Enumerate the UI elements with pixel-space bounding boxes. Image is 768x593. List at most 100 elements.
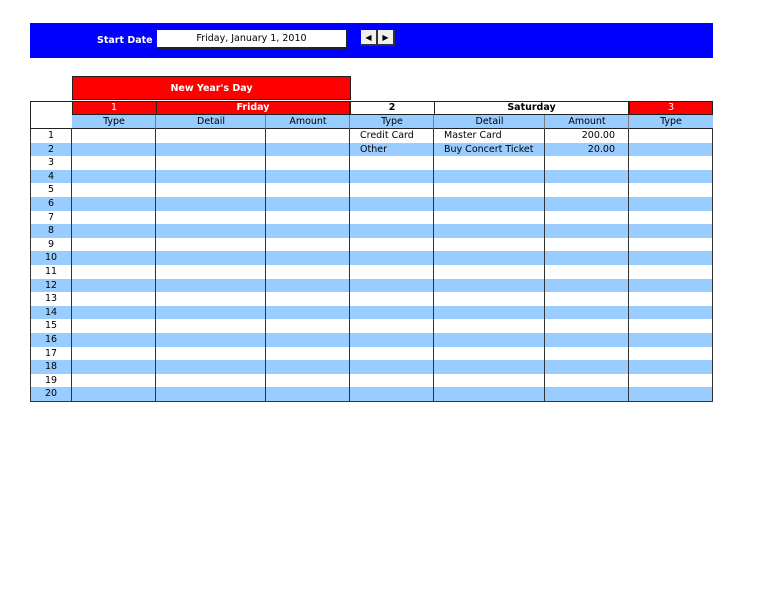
- entry-cell[interactable]: [629, 387, 713, 401]
- entry-cell[interactable]: [350, 183, 434, 197]
- entry-cell[interactable]: [266, 238, 350, 252]
- entry-cell[interactable]: [434, 347, 545, 361]
- entry-cell[interactable]: [72, 279, 156, 293]
- entry-cell[interactable]: [156, 251, 266, 265]
- entry-cell[interactable]: [629, 306, 713, 320]
- entry-cell[interactable]: [629, 265, 713, 279]
- entry-cell[interactable]: [350, 251, 434, 265]
- entry-cell[interactable]: [266, 306, 350, 320]
- entry-cell[interactable]: [545, 292, 629, 306]
- entry-cell[interactable]: [266, 360, 350, 374]
- entry-cell[interactable]: [266, 279, 350, 293]
- start-date-field[interactable]: Friday, January 1, 2010: [157, 30, 348, 49]
- entry-cell[interactable]: [545, 265, 629, 279]
- entry-cell[interactable]: [350, 333, 434, 347]
- entry-cell[interactable]: [629, 374, 713, 388]
- entry-cell[interactable]: [266, 170, 350, 184]
- entry-cell[interactable]: [434, 156, 545, 170]
- entry-cell[interactable]: [156, 319, 266, 333]
- entry-cell[interactable]: [72, 333, 156, 347]
- entry-cell[interactable]: [434, 265, 545, 279]
- entry-cell[interactable]: [156, 156, 266, 170]
- entry-cell[interactable]: [629, 211, 713, 225]
- entry-cell[interactable]: [156, 265, 266, 279]
- entry-cell[interactable]: [156, 197, 266, 211]
- entry-cell[interactable]: [350, 238, 434, 252]
- entry-cell[interactable]: [434, 279, 545, 293]
- entry-cell[interactable]: [434, 211, 545, 225]
- entry-cell[interactable]: [545, 238, 629, 252]
- entry-cell[interactable]: [156, 306, 266, 320]
- entry-cell[interactable]: [629, 251, 713, 265]
- entry-cell[interactable]: [629, 319, 713, 333]
- next-button[interactable]: ▶: [378, 30, 395, 46]
- entry-cell[interactable]: [156, 360, 266, 374]
- entry-cell[interactable]: [434, 170, 545, 184]
- entry-cell[interactable]: [72, 387, 156, 401]
- entry-cell[interactable]: [266, 156, 350, 170]
- entry-cell[interactable]: [72, 211, 156, 225]
- entry-cell[interactable]: [629, 238, 713, 252]
- entry-cell[interactable]: [266, 374, 350, 388]
- entry-cell[interactable]: [266, 197, 350, 211]
- entry-cell[interactable]: [156, 170, 266, 184]
- entry-cell[interactable]: [545, 156, 629, 170]
- entry-cell[interactable]: [434, 183, 545, 197]
- entry-cell[interactable]: [629, 279, 713, 293]
- entry-cell[interactable]: [72, 156, 156, 170]
- entry-cell[interactable]: [72, 265, 156, 279]
- entry-cell[interactable]: [629, 360, 713, 374]
- prev-button[interactable]: ◀: [361, 30, 378, 46]
- entry-cell[interactable]: [266, 129, 350, 143]
- entry-cell[interactable]: [266, 183, 350, 197]
- entry-cell[interactable]: [350, 197, 434, 211]
- entry-cell[interactable]: [156, 279, 266, 293]
- entry-cell[interactable]: [72, 319, 156, 333]
- entry-cell[interactable]: [72, 129, 156, 143]
- entry-cell[interactable]: [156, 129, 266, 143]
- entry-cell[interactable]: [545, 319, 629, 333]
- entry-cell[interactable]: [545, 347, 629, 361]
- entry-cell[interactable]: [545, 197, 629, 211]
- entry-cell[interactable]: [266, 292, 350, 306]
- entry-cell[interactable]: [545, 374, 629, 388]
- entry-cell[interactable]: [72, 360, 156, 374]
- entry-cell[interactable]: [350, 347, 434, 361]
- entry-cell[interactable]: [434, 374, 545, 388]
- entry-cell[interactable]: [266, 211, 350, 225]
- entry-cell[interactable]: [156, 387, 266, 401]
- entry-cell[interactable]: [72, 143, 156, 157]
- entry-cell[interactable]: [434, 319, 545, 333]
- entry-cell[interactable]: [266, 347, 350, 361]
- entry-cell[interactable]: [350, 170, 434, 184]
- entry-cell[interactable]: [350, 211, 434, 225]
- entry-cell[interactable]: [434, 306, 545, 320]
- entry-cell[interactable]: [72, 197, 156, 211]
- entry-cell[interactable]: [434, 333, 545, 347]
- entry-cell[interactable]: [434, 251, 545, 265]
- entry-cell[interactable]: [350, 387, 434, 401]
- entry-cell[interactable]: [266, 143, 350, 157]
- entry-cell[interactable]: [629, 156, 713, 170]
- entry-cell[interactable]: [434, 387, 545, 401]
- entry-cell[interactable]: [350, 279, 434, 293]
- entry-cell[interactable]: [629, 333, 713, 347]
- entry-cell[interactable]: [545, 224, 629, 238]
- entry-cell[interactable]: [266, 319, 350, 333]
- entry-cell[interactable]: [156, 347, 266, 361]
- entry-cell[interactable]: [72, 238, 156, 252]
- entry-cell[interactable]: [156, 183, 266, 197]
- entry-cell[interactable]: [434, 238, 545, 252]
- entry-cell[interactable]: [350, 292, 434, 306]
- entry-cell[interactable]: [545, 333, 629, 347]
- entry-cell[interactable]: [350, 224, 434, 238]
- entry-cell[interactable]: [350, 265, 434, 279]
- entry-cell[interactable]: [72, 224, 156, 238]
- entry-cell[interactable]: [72, 292, 156, 306]
- entry-cell[interactable]: [350, 319, 434, 333]
- entry-cell[interactable]: [434, 224, 545, 238]
- entry-cell[interactable]: [156, 374, 266, 388]
- entry-cell[interactable]: [266, 265, 350, 279]
- entry-cell[interactable]: [545, 170, 629, 184]
- entry-cell[interactable]: [72, 183, 156, 197]
